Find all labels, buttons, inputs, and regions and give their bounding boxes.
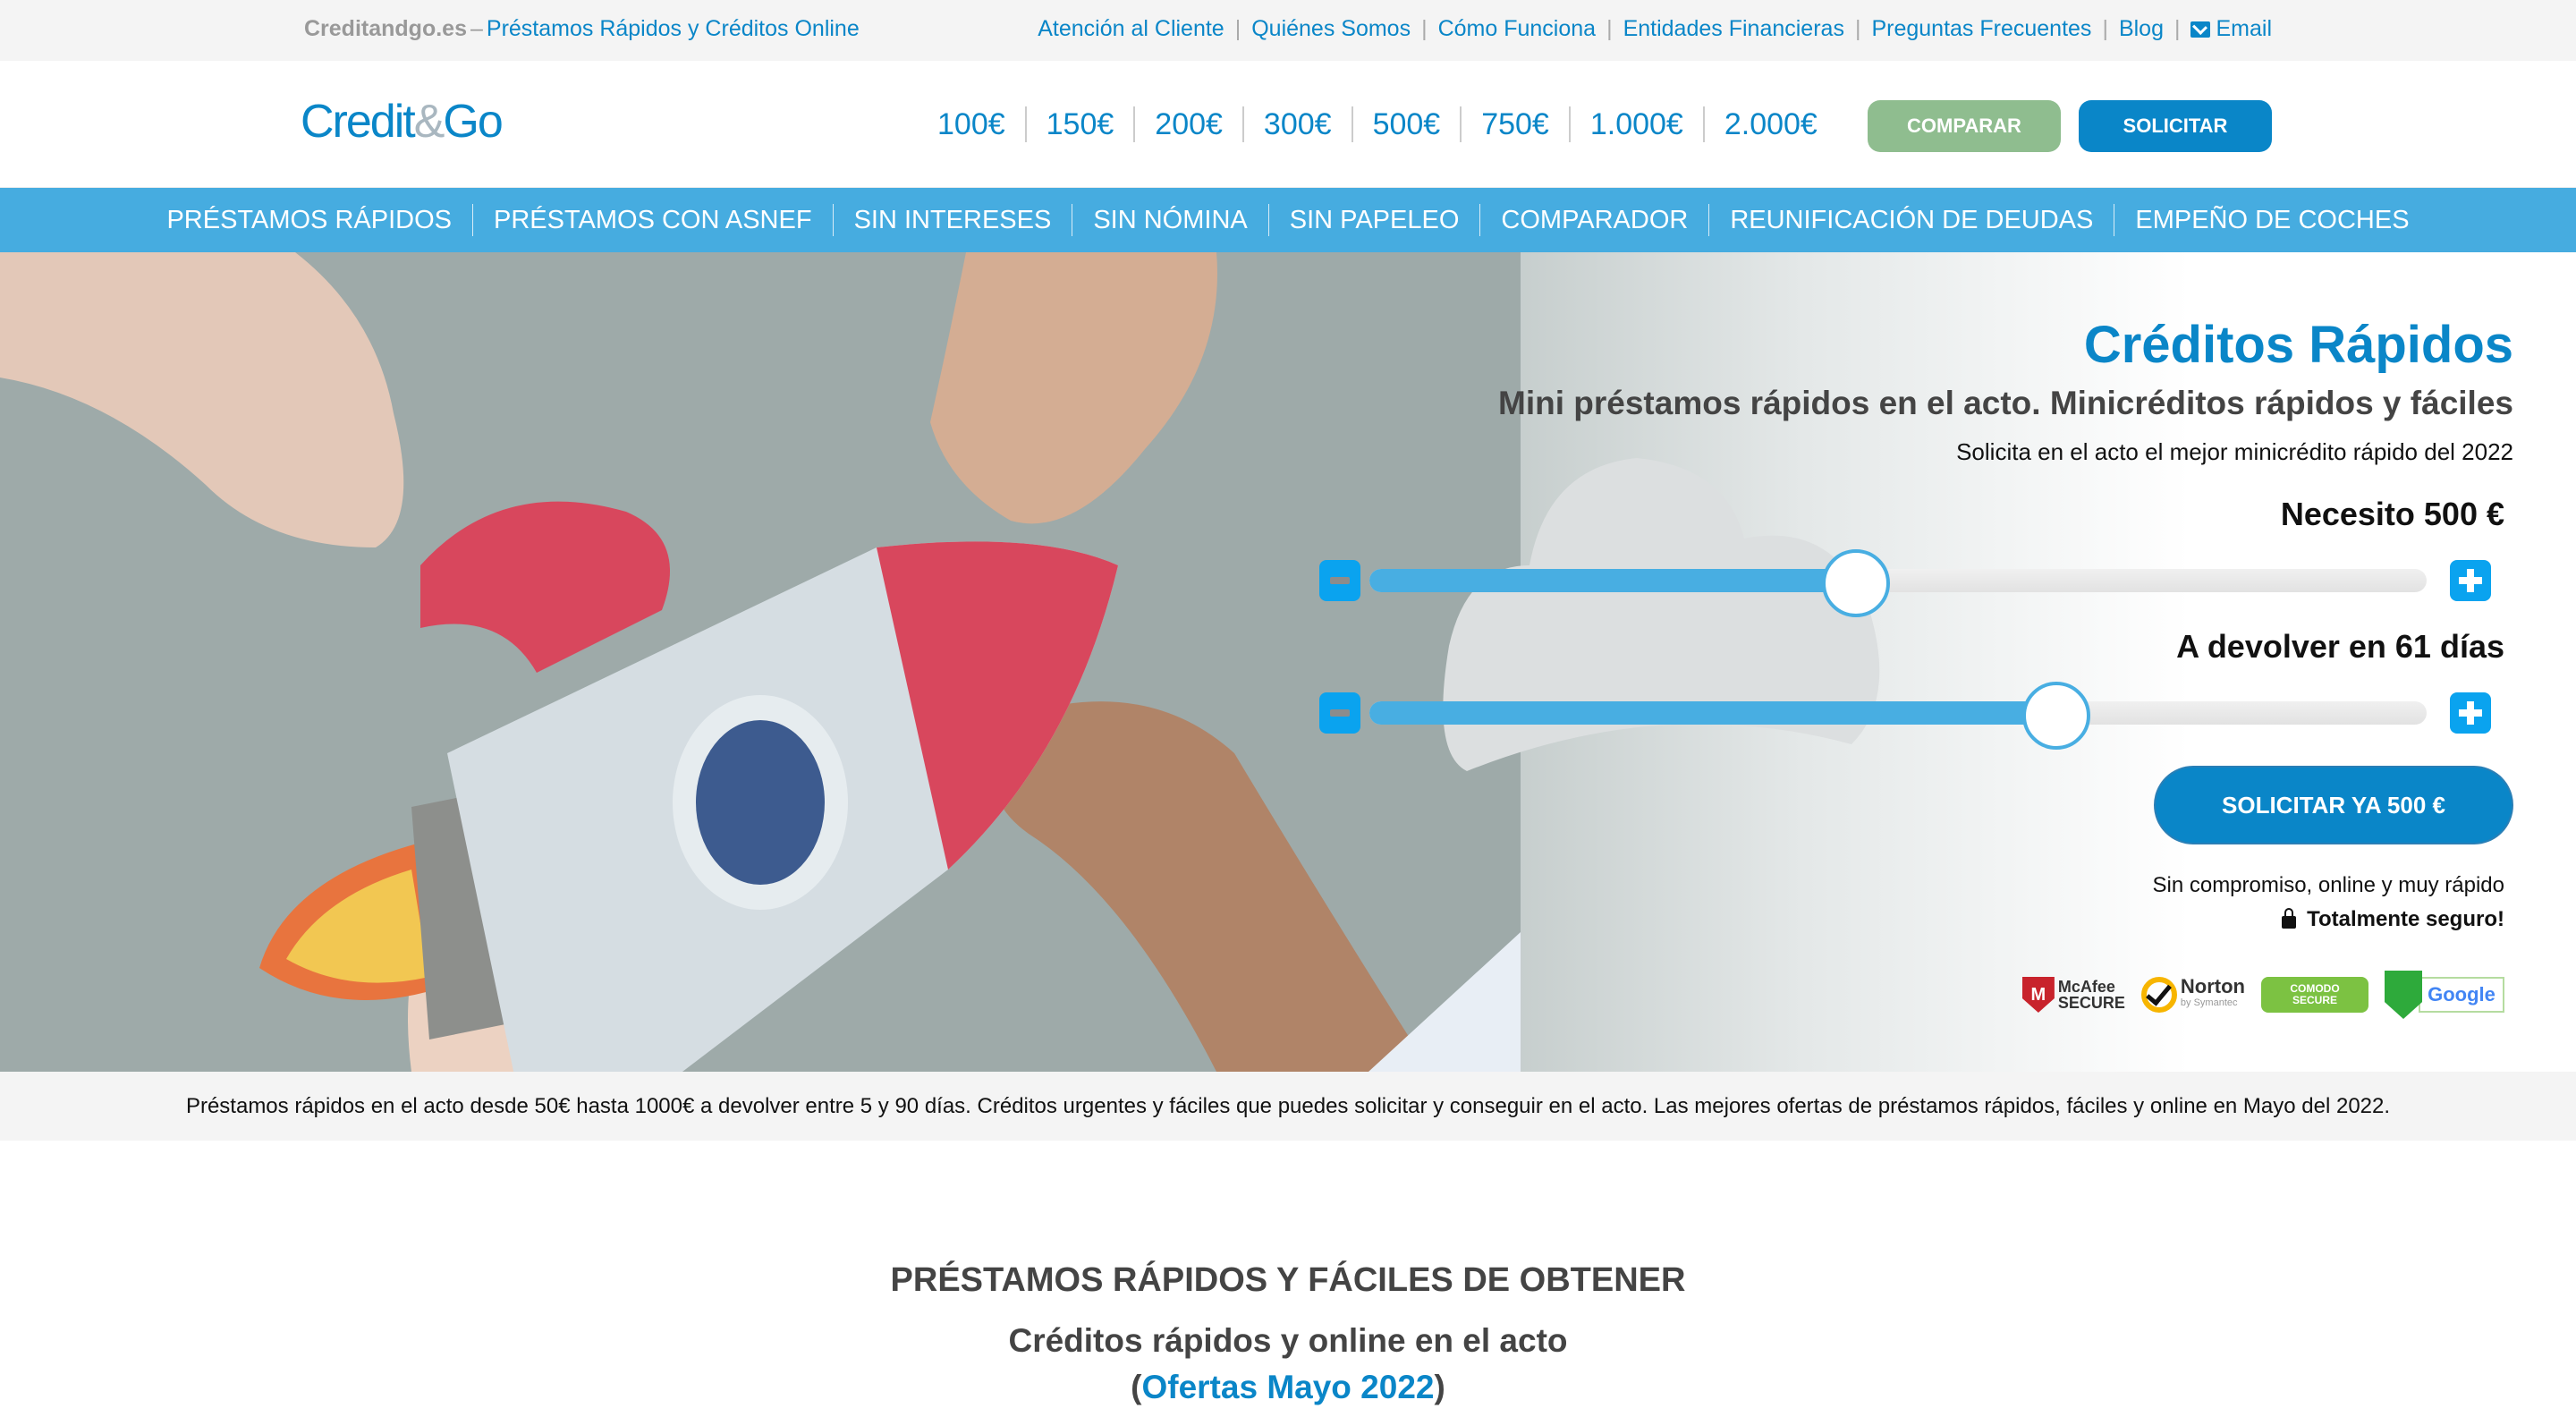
link-entidades-financieras[interactable]: Entidades Financieras	[1623, 16, 1844, 42]
norton-text: Norton by Symantec	[2180, 975, 2245, 1011]
top-links: Atención al Cliente | Quiénes Somos | Cómo…	[1038, 16, 2272, 42]
header: Credit&Go 100€ 150€ 200€ 300€ 500€ 750€ …	[0, 61, 2576, 188]
nav-item-reunificacion-deudas[interactable]: REUNIFICACIÓN DE DEUDAS	[1709, 204, 2115, 236]
logo-text-credit: Credit	[301, 96, 416, 148]
mcafee-secure: SECURE	[2057, 994, 2125, 1012]
divider: |	[1234, 16, 1241, 41]
link-como-funciona[interactable]: Cómo Funciona	[1438, 16, 1596, 42]
nav-item-sin-intereses[interactable]: SIN INTERESES	[834, 204, 1073, 236]
hero-title: Créditos Rápidos	[2083, 316, 2513, 374]
amount-slider[interactable]	[1319, 549, 2491, 617]
site-name: Creditandgo.es	[304, 16, 467, 41]
norton-sub: by Symantec	[2180, 997, 2238, 1008]
compare-button[interactable]: COMPARAR	[1868, 100, 2061, 152]
solicitar-button[interactable]: SOLICITAR	[2079, 100, 2272, 152]
main-nav: PRÉSTAMOS RÁPIDOS PRÉSTAMOS CON ASNEF SI…	[0, 188, 2576, 252]
amount-label: Necesito 500 €	[2280, 496, 2504, 532]
logo-text-go: Go	[443, 96, 503, 148]
amount-slider-track[interactable]	[1369, 549, 2427, 617]
amount-link-750[interactable]: 750€	[1462, 106, 1571, 142]
info-strip: Préstamos rápidos en el acto desde 50€ h…	[0, 1072, 2576, 1141]
section-subheading: Créditos rápidos y online en el acto	[1008, 1322, 1568, 1359]
amount-link-200[interactable]: 200€	[1135, 106, 1244, 142]
google-text: Google	[2419, 977, 2504, 1013]
nav-item-prestamos-rapidos[interactable]: PRÉSTAMOS RÁPIDOS	[146, 204, 473, 236]
amount-slider-fill	[1369, 569, 1856, 592]
amount-link-2000[interactable]: 2.000€	[1705, 106, 1837, 142]
nav-item-prestamos-asnef[interactable]: PRÉSTAMOS CON ASNEF	[473, 204, 834, 236]
nav-item-sin-papeleo[interactable]: SIN PAPELEO	[1269, 204, 1481, 236]
amount-link-500[interactable]: 500€	[1353, 106, 1462, 142]
mcafee-text: McAfee SECURE	[2058, 979, 2125, 1011]
comodo-badge: COMODO SECURE	[2261, 968, 2368, 1022]
email-label: Email	[2216, 16, 2272, 41]
divider: |	[1421, 16, 1428, 41]
mcafee-badge: M McAfee SECURE	[2021, 968, 2125, 1022]
amount-link-100[interactable]: 100€	[921, 106, 1027, 142]
mcafee-name: McAfee	[2057, 978, 2115, 996]
paren-open: (	[1131, 1369, 1142, 1405]
days-slider[interactable]	[1319, 682, 2491, 750]
link-atencion-cliente[interactable]: Atención al Cliente	[1038, 16, 1224, 42]
divider: |	[2174, 16, 2181, 41]
nav-item-sin-nomina[interactable]: SIN NÓMINA	[1072, 204, 1269, 236]
divider: |	[1854, 16, 1861, 41]
comodo-thumb-icon: COMODO SECURE	[2261, 977, 2368, 1013]
nav-item-empeno-coches[interactable]: EMPEÑO DE COCHES	[2114, 204, 2429, 236]
google-shield-check-icon	[2385, 971, 2422, 1019]
nav-item-comparador[interactable]: COMPARADOR	[1480, 204, 1710, 236]
hero-subtitle: Mini préstamos rápidos en el acto. Minic…	[1498, 385, 2513, 421]
section-heading: PRÉSTAMOS RÁPIDOS Y FÁCILES DE OBTENER	[890, 1261, 1686, 1299]
paren-close: )	[1434, 1369, 1445, 1405]
link-preguntas-frecuentes[interactable]: Preguntas Frecuentes	[1871, 16, 2091, 42]
link-quienes-somos[interactable]: Quiénes Somos	[1251, 16, 1411, 42]
security-badges: M McAfee SECURE Norton by Symantec COMODO S…	[2021, 968, 2504, 1022]
amount-increase-button[interactable]	[2450, 560, 2491, 601]
days-label: A devolver en 61 días	[2176, 628, 2504, 665]
logo-ampersand: &	[413, 96, 445, 148]
separator: –	[470, 16, 483, 41]
amount-slider-thumb[interactable]	[1821, 549, 1890, 617]
amount-link-300[interactable]: 300€	[1244, 106, 1353, 142]
norton-check-icon	[2140, 977, 2177, 1013]
security-note-text: Totalmente seguro!	[2307, 907, 2504, 931]
days-slider-thumb[interactable]	[2022, 682, 2091, 750]
solicitar-ya-button[interactable]: SOLICITAR YA 500 €	[2154, 766, 2513, 844]
amount-decrease-button[interactable]	[1319, 560, 1360, 601]
amount-link-150[interactable]: 150€	[1027, 106, 1136, 142]
tagline-link[interactable]: Préstamos Rápidos y Créditos Online	[487, 16, 860, 41]
divider: |	[2102, 16, 2108, 41]
hero-rocket-image	[0, 252, 1521, 1072]
norton-name: Norton	[2180, 975, 2245, 997]
google-badge: Google	[2385, 968, 2504, 1022]
norton-badge: Norton by Symantec	[2140, 968, 2245, 1022]
no-commitment-note: Sin compromiso, online y muy rápido	[2152, 873, 2504, 897]
envelope-icon	[2190, 21, 2211, 38]
days-increase-button[interactable]	[2450, 692, 2491, 734]
amount-links: 100€ 150€ 200€ 300€ 500€ 750€ 1.000€ 2.0…	[921, 98, 1837, 150]
days-slider-fill	[1369, 701, 2057, 725]
top-bar: Creditandgo.es – Préstamos Rápidos y Crédi…	[0, 0, 2576, 61]
divider: |	[1606, 16, 1613, 41]
logo[interactable]: Credit&Go	[301, 95, 504, 148]
mcafee-shield-icon: M	[2021, 977, 2055, 1013]
amount-link-1000[interactable]: 1.000€	[1571, 106, 1705, 142]
link-blog[interactable]: Blog	[2119, 16, 2164, 42]
site-brand: Creditandgo.es – Préstamos Rápidos y Crédi…	[304, 16, 860, 42]
link-email[interactable]: Email	[2190, 16, 2272, 42]
hero-banner: Créditos Rápidos Mini préstamos rápidos …	[0, 252, 2576, 1072]
comodo-secure: SECURE	[2292, 994, 2337, 1006]
offers-line: (Ofertas Mayo 2022)	[0, 1369, 2576, 1406]
days-slider-track[interactable]	[1369, 682, 2427, 750]
hero-tagline: Solicita en el acto el mejor minicrédito…	[1956, 438, 2513, 465]
info-strip-text: Préstamos rápidos en el acto desde 50€ h…	[185, 1093, 2391, 1118]
security-note: Totalmente seguro!	[2282, 907, 2504, 932]
offers-link[interactable]: Ofertas Mayo 2022	[1141, 1369, 1434, 1405]
lock-icon	[2282, 908, 2297, 929]
days-decrease-button[interactable]	[1319, 692, 1360, 734]
